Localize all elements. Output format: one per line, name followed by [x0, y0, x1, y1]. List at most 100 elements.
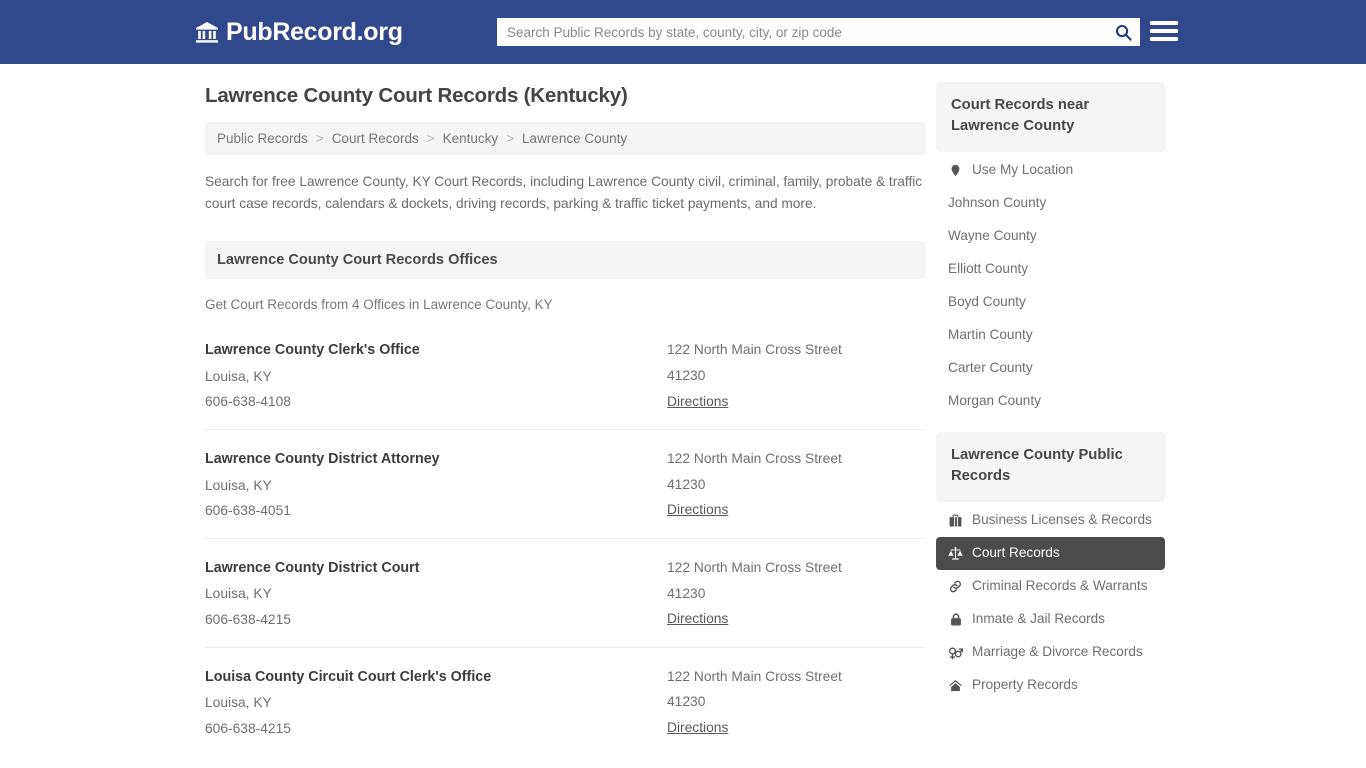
venus-mars-icon — [948, 645, 963, 660]
sidebar-item-morgan-county[interactable]: Morgan County — [936, 385, 1165, 418]
breadcrumb-item-public-records[interactable]: Public Records — [217, 131, 308, 146]
main-content: Lawrence County Court Records (Kentucky)… — [205, 84, 925, 768]
home-icon — [948, 678, 963, 693]
chain-link-icon — [948, 579, 963, 594]
sidebar-item-label: Use My Location — [972, 161, 1074, 177]
site-logo-link[interactable]: PubRecord.org — [195, 17, 403, 46]
sidebar-item-label: Court Records — [972, 544, 1060, 560]
sidebar-item-label: Morgan County — [948, 392, 1041, 408]
breadcrumb-separator: > — [506, 131, 515, 146]
office-details: Lawrence County Clerk's Office Louisa, K… — [205, 337, 667, 415]
sidebar-item-label: Martin County — [948, 326, 1033, 342]
sidebar-item-martin-county[interactable]: Martin County — [936, 319, 1165, 352]
site-header: PubRecord.org — [0, 0, 1366, 64]
office-phone: 606-638-4215 — [205, 720, 291, 736]
search-button[interactable] — [1106, 18, 1140, 46]
directions-link[interactable]: Directions — [667, 715, 728, 741]
breadcrumb-item-lawrence-county[interactable]: Lawrence County — [522, 131, 627, 146]
page-title: Lawrence County Court Records (Kentucky) — [205, 84, 628, 107]
breadcrumb: Public Records > Court Records > Kentuck… — [205, 122, 925, 155]
office-name: Lawrence County District Court — [205, 559, 420, 576]
offices-count-text: Get Court Records from 4 Offices in Lawr… — [205, 297, 553, 313]
page-intro-text: Search for free Lawrence County, KY Cour… — [205, 174, 923, 212]
lock-icon — [948, 612, 963, 627]
office-street: 122 North Main Cross Street — [667, 668, 842, 684]
office-address: 122 North Main Cross Street 41230 Direct… — [667, 664, 925, 742]
office-zip: 41230 — [667, 368, 706, 384]
directions-link[interactable]: Directions — [667, 389, 728, 415]
sidebar: Court Records near Lawrence County Use M… — [936, 82, 1165, 702]
breadcrumb-item-kentucky[interactable]: Kentucky — [443, 131, 499, 146]
office-name: Lawrence County District Attorney — [205, 451, 440, 468]
sidebar-item-label: Wayne County — [948, 227, 1037, 243]
office-details: Louisa County Circuit Court Clerk's Offi… — [205, 664, 667, 742]
office-street: 122 North Main Cross Street — [667, 559, 842, 575]
office-phone: 606-638-4215 — [205, 611, 291, 627]
public-records-title: Lawrence County Public Records — [951, 446, 1123, 485]
table-row: Lawrence County Clerk's Office Louisa, K… — [205, 321, 925, 431]
sidebar-item-court-records[interactable]: Court Records — [936, 536, 1165, 570]
office-address: 122 North Main Cross Street 41230 Direct… — [667, 337, 925, 415]
office-street: 122 North Main Cross Street — [667, 451, 842, 467]
balance-scale-icon — [948, 546, 963, 561]
office-city-state: Louisa, KY — [205, 368, 272, 384]
sidebar-item-label: Carter County — [948, 359, 1033, 375]
office-address: 122 North Main Cross Street 41230 Direct… — [667, 555, 925, 633]
map-pin-icon — [948, 163, 963, 178]
sidebar-item-boyd-county[interactable]: Boyd County — [936, 286, 1165, 319]
office-zip: 41230 — [667, 476, 706, 492]
sidebar-item-johnson-county[interactable]: Johnson County — [936, 187, 1165, 220]
office-city-state: Louisa, KY — [205, 477, 272, 493]
office-city-state: Louisa, KY — [205, 695, 272, 711]
sidebar-item-criminal-records[interactable]: Criminal Records & Warrants — [936, 570, 1165, 603]
public-records-list: Business Licenses & Records Court Record… — [936, 504, 1165, 702]
office-name: Louisa County Circuit Court Clerk's Offi… — [205, 668, 492, 685]
office-address: 122 North Main Cross Street 41230 Direct… — [667, 446, 925, 524]
sidebar-item-label: Property Records — [972, 676, 1078, 692]
offices-list: Lawrence County Clerk's Office Louisa, K… — [205, 321, 925, 755]
directions-link[interactable]: Directions — [667, 497, 728, 523]
office-city-state: Louisa, KY — [205, 586, 272, 602]
office-zip: 41230 — [667, 585, 706, 601]
table-row: Louisa County Circuit Court Clerk's Offi… — [205, 648, 925, 756]
directions-link[interactable]: Directions — [667, 606, 728, 632]
nearby-counties-title: Court Records near Lawrence County — [951, 97, 1090, 135]
search-bar — [497, 18, 1140, 46]
hamburger-menu-icon[interactable] — [1150, 18, 1178, 44]
sidebar-item-carter-county[interactable]: Carter County — [936, 352, 1165, 385]
search-input[interactable] — [497, 18, 1106, 46]
office-phone: 606-638-4108 — [205, 394, 291, 410]
bank-building-icon — [195, 20, 219, 44]
offices-section-header: Lawrence County Court Records Offices — [205, 241, 925, 280]
sidebar-item-label: Criminal Records & Warrants — [972, 577, 1148, 593]
offices-section-title: Lawrence County Court Records Offices — [217, 252, 498, 269]
sidebar-item-label: Marriage & Divorce Records — [972, 643, 1143, 659]
office-phone: 606-638-4051 — [205, 503, 291, 519]
sidebar-item-inmate-jail-records[interactable]: Inmate & Jail Records — [936, 603, 1165, 636]
office-name: Lawrence County Clerk's Office — [205, 342, 420, 359]
sidebar-item-label: Inmate & Jail Records — [972, 610, 1105, 626]
sidebar-item-marriage-divorce-records[interactable]: Marriage & Divorce Records — [936, 636, 1165, 669]
nearby-counties-list: Use My Location Johnson County Wayne Cou… — [936, 154, 1165, 418]
office-zip: 41230 — [667, 694, 706, 710]
briefcase-icon — [948, 513, 963, 528]
office-details: Lawrence County District Attorney Louisa… — [205, 446, 667, 524]
sidebar-item-label: Boyd County — [948, 293, 1026, 309]
sidebar-item-label: Elliott County — [948, 260, 1029, 276]
nearby-counties-panel-header: Court Records near Lawrence County — [936, 82, 1165, 152]
sidebar-item-property-records[interactable]: Property Records — [936, 669, 1165, 702]
sidebar-item-use-my-location[interactable]: Use My Location — [936, 154, 1165, 187]
breadcrumb-separator: > — [315, 131, 324, 146]
sidebar-item-business-licenses[interactable]: Business Licenses & Records — [936, 504, 1165, 537]
office-details: Lawrence County District Court Louisa, K… — [205, 555, 667, 633]
sidebar-item-wayne-county[interactable]: Wayne County — [936, 220, 1165, 253]
site-logo-text: PubRecord.org — [226, 17, 403, 46]
table-row: Lawrence County District Attorney Louisa… — [205, 430, 925, 539]
sidebar-item-elliott-county[interactable]: Elliott County — [936, 253, 1165, 286]
sidebar-item-label: Johnson County — [948, 194, 1047, 210]
breadcrumb-item-court-records[interactable]: Court Records — [332, 131, 419, 146]
office-street: 122 North Main Cross Street — [667, 342, 842, 358]
search-icon — [1114, 23, 1133, 42]
public-records-panel-header: Lawrence County Public Records — [936, 431, 1165, 502]
